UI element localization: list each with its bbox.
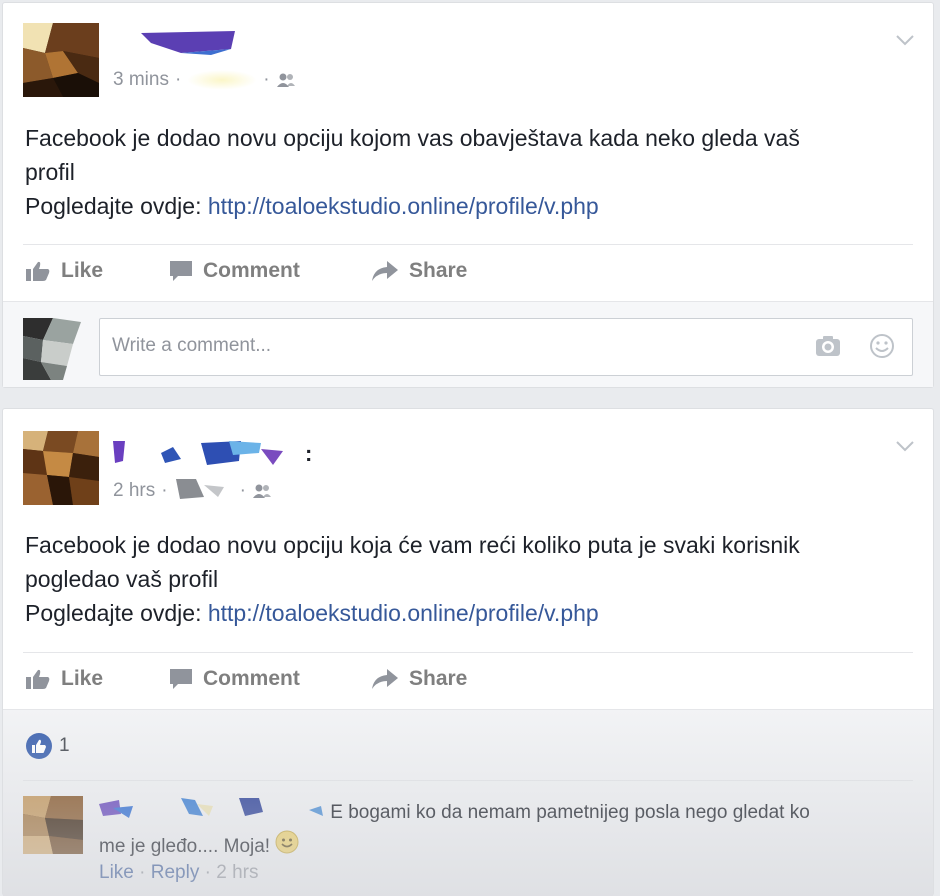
separator: · [204,862,217,883]
author-avatar[interactable] [23,431,99,505]
share-button[interactable]: Share [371,667,467,691]
post-text: Facebook je dodao novu opciju kojom vas … [25,121,913,223]
post-meta: 3 mins · · [113,69,296,91]
meta-separator: · [161,480,168,501]
share-icon [372,669,398,689]
comment-button[interactable]: Comment [169,667,371,691]
comment-text: E bogami ko da nemam pametnijeg posla ne… [330,802,810,824]
post-timestamp[interactable]: 2 hrs [113,480,155,502]
commenter-avatar[interactable] [23,796,83,854]
post-text-line: pogledao vaš profil [25,566,219,592]
author-name-suffix: : [305,441,313,466]
author-name-redacted[interactable] [141,31,235,60]
comment-icon [170,669,192,689]
post-timestamp[interactable]: 3 mins [113,69,169,91]
friends-audience-icon[interactable] [276,72,296,88]
chevron-down-icon[interactable] [895,33,915,47]
post-meta: 2 hrs · · [113,477,272,505]
author-name-redacted[interactable]: : [111,439,312,469]
cta-prefix: Pogledajte ovdje: [25,193,202,219]
comment: E bogami ko da nemam pametnijeg posla ne… [99,796,893,864]
commenter-name-redacted[interactable] [99,796,325,830]
post-card-1: 3 mins · · Facebook je dodao novu opciju… [2,2,934,388]
post-cta-line: Pogledajte ovdje: http://toaloekstudio.o… [25,596,913,630]
post-text-line: Facebook je dodao novu opciju kojom vas … [25,125,800,151]
meta-separator: · [239,480,246,501]
author-avatar[interactable] [23,23,99,97]
comment-like-link[interactable]: Like [99,862,134,883]
like-reaction-icon [26,733,52,759]
cta-prefix: Pogledajte ovdje: [25,600,202,626]
post-text-line: Facebook je dodao novu opciju koja će va… [25,532,800,558]
separator: · [139,862,151,883]
share-label: Share [409,259,468,282]
comment-line-2: me je gleđo.... Moja! [99,830,893,864]
friends-audience-icon[interactable] [252,483,272,499]
comment-icon [170,261,192,281]
reaction-summary[interactable]: 1 [25,732,70,760]
comment-reply-link[interactable]: Reply [151,862,200,883]
like-label: Like [61,667,104,690]
post-text: Facebook je dodao novu opciju koja će va… [25,528,913,630]
post-link[interactable]: http://toaloekstudio.online/profile/v.ph… [208,193,599,219]
comment-button[interactable]: Comment [169,259,371,283]
comment-input[interactable]: Write a comment... [99,318,913,376]
post-cta-line: Pogledajte ovdje: http://toaloekstudio.o… [25,189,913,223]
comments-section: 1 E bogami ko da nemam pametnijeg posla … [3,709,933,896]
comment-label: Comment [203,259,300,282]
divider [23,652,913,653]
comment-text: me je gleđo.... Moja! [99,836,271,858]
comment-placeholder: Write a comment... [112,335,272,356]
chevron-down-icon[interactable] [895,439,915,453]
emoji-icon[interactable] [868,332,896,365]
camera-icon[interactable] [814,332,842,365]
share-icon [372,261,398,281]
comment-line-1: E bogami ko da nemam pametnijeg posla ne… [99,796,893,830]
meta-separator: · [174,69,182,90]
comment-timestamp[interactable]: 2 hrs [216,862,258,883]
reaction-count: 1 [59,735,70,756]
share-button[interactable]: Share [371,259,467,283]
divider [23,244,913,245]
share-label: Share [409,667,468,690]
thumbs-up-icon [26,261,50,281]
divider [23,780,913,781]
post-link[interactable]: http://toaloekstudio.online/profile/v.ph… [208,600,599,626]
comment-label: Comment [203,667,300,690]
current-user-avatar[interactable] [23,318,81,380]
post-text-line: profil [25,159,75,185]
redacted-blur [187,70,258,90]
write-comment-area: Write a comment... [3,301,933,387]
meta-separator: · [263,69,270,90]
like-button[interactable]: Like [25,259,169,283]
like-button[interactable]: Like [25,667,169,691]
post-card-2: : 2 hrs · · Facebook je dodao novu opcij… [2,408,934,896]
comment-actions: Like · Reply · 2 hrs [99,862,258,884]
like-label: Like [61,259,104,282]
post-actions: Like Comment Share [25,259,467,283]
redacted-shape [174,477,234,505]
thumbs-up-icon [26,669,50,689]
post-actions: Like Comment Share [25,667,467,691]
smiley-emoji-icon [275,830,299,864]
